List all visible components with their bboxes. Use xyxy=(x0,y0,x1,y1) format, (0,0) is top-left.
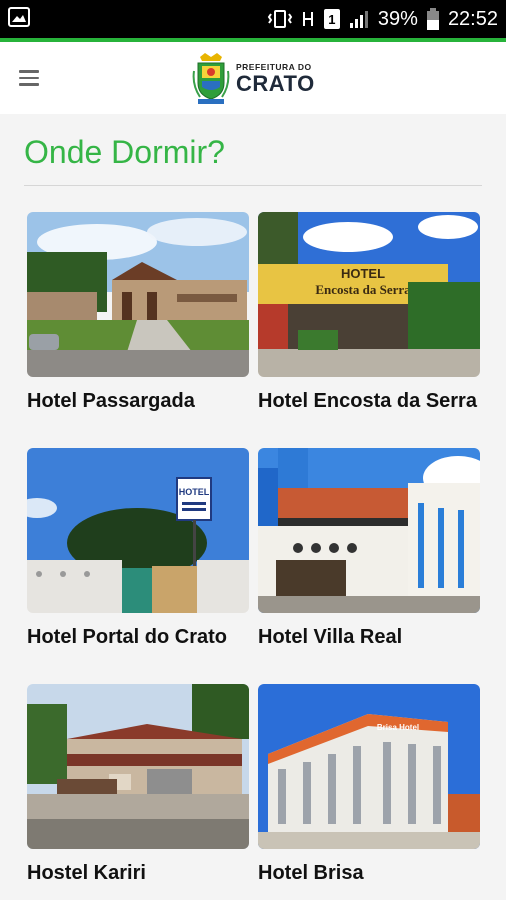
hotel-name: Hotel Passargada xyxy=(27,390,195,412)
svg-text:HOTEL: HOTEL xyxy=(179,487,210,497)
hotel-photo xyxy=(258,448,480,613)
city-crest-icon xyxy=(192,53,230,104)
hotel-photo: Brisa Hotel xyxy=(258,684,480,849)
hotel-name: Hotel Brisa xyxy=(258,862,364,884)
hotel-card-portal-do-crato[interactable]: HOTEL Hotel Portal do Crato xyxy=(27,448,249,651)
logo-subtitle: PREFEITURA DO xyxy=(236,61,312,72)
hotel-card-encosta-da-serra[interactable]: HOTEL Encosta da Serra Hotel Encosta da … xyxy=(258,212,480,415)
logo-title: CRATO xyxy=(236,71,315,97)
gallery-notification-icon xyxy=(8,7,30,27)
vibrate-icon xyxy=(267,10,293,28)
hotel-photo xyxy=(27,212,249,377)
hotel-name: Hotel Portal do Crato xyxy=(27,626,228,648)
app-header: PREFEITURA DO CRATO xyxy=(0,42,506,114)
sim-badge: 1 xyxy=(323,9,340,29)
hotel-name: Hotel Encosta da Serra xyxy=(258,390,477,412)
battery-percent: 39% xyxy=(377,7,418,30)
status-bar: 1 39% 22:52 xyxy=(0,0,506,38)
hotel-card-passargada[interactable]: Hotel Passargada xyxy=(27,212,249,415)
hotel-photo: HOTEL xyxy=(27,448,249,613)
page-title: Onde Dormir? xyxy=(24,134,225,170)
hotel-photo: HOTEL Encosta da Serra xyxy=(258,212,480,377)
hotel-name: Hostel Kariri xyxy=(27,862,146,884)
hotel-card-brisa[interactable]: Brisa Hotel Hotel Brisa xyxy=(258,684,480,887)
hotel-card-villa-real[interactable]: Hotel Villa Real xyxy=(258,448,480,651)
svg-text:HOTEL: HOTEL xyxy=(341,266,385,281)
hplus-data-icon xyxy=(302,12,313,26)
svg-text:Brisa Hotel: Brisa Hotel xyxy=(377,723,419,732)
menu-icon[interactable] xyxy=(14,64,44,92)
svg-text:Encosta da Serra: Encosta da Serra xyxy=(315,282,411,297)
prefeitura-logo: PREFEITURA DO CRATO xyxy=(192,50,322,108)
signal-icon xyxy=(349,11,368,28)
hotel-name: Hotel Villa Real xyxy=(258,626,403,648)
status-time: 22:52 xyxy=(447,7,498,30)
hotel-photo xyxy=(27,684,249,849)
battery-icon xyxy=(426,8,439,30)
title-divider xyxy=(24,185,482,186)
hotel-card-hostel-kariri[interactable]: Hostel Kariri xyxy=(27,684,249,887)
